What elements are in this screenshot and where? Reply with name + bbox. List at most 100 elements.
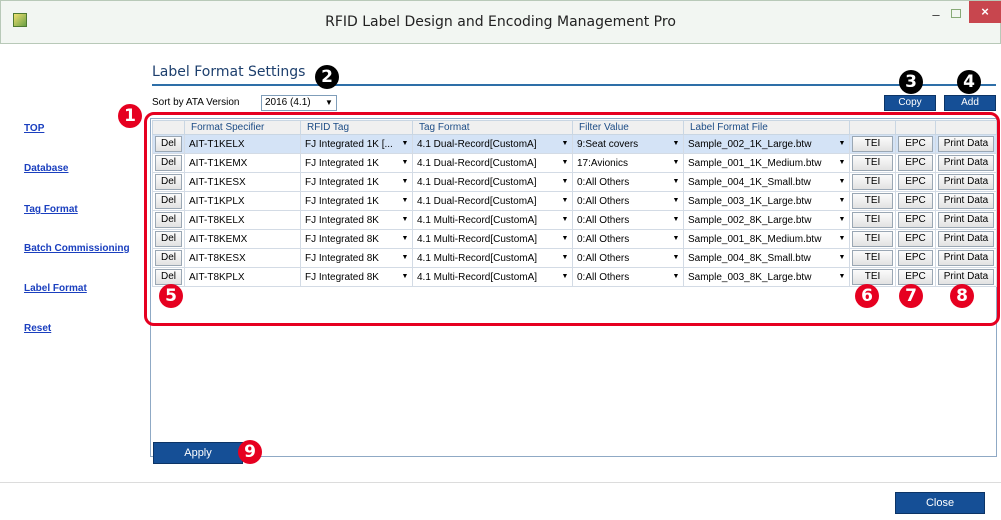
chevron-down-icon[interactable]: ▼ xyxy=(560,176,570,187)
epc-button[interactable]: EPC xyxy=(898,231,933,247)
epc-button[interactable]: EPC xyxy=(898,193,933,209)
chevron-down-icon[interactable]: ▼ xyxy=(837,252,847,263)
delete-row-button[interactable]: Del xyxy=(155,269,182,285)
chevron-down-icon[interactable]: ▼ xyxy=(671,195,681,206)
nav-reset[interactable]: Reset xyxy=(24,323,51,334)
label-file-dropdown[interactable]: Sample_003_8K_Large.btw ▼ xyxy=(683,267,850,287)
chevron-down-icon[interactable]: ▼ xyxy=(400,252,410,263)
epc-button[interactable]: EPC xyxy=(898,155,933,171)
nav-batch-commissioning[interactable]: Batch Commissioning xyxy=(24,243,130,254)
nav-database[interactable]: Database xyxy=(24,163,68,174)
chevron-down-icon[interactable]: ▼ xyxy=(837,138,847,149)
tei-button[interactable]: TEI xyxy=(852,250,893,266)
chevron-down-icon[interactable]: ▼ xyxy=(400,195,410,206)
format-specifier-cell[interactable]: AIT-T8KELX xyxy=(184,210,301,230)
apply-button[interactable]: Apply xyxy=(153,442,243,464)
format-specifier-cell[interactable]: AIT-T1KESX xyxy=(184,172,301,192)
rfid-tag-dropdown[interactable]: FJ Integrated 1K ▼ xyxy=(300,191,413,211)
chevron-down-icon[interactable]: ▼ xyxy=(837,195,847,206)
nav-top[interactable]: TOP xyxy=(24,123,44,134)
chevron-down-icon[interactable]: ▼ xyxy=(560,271,570,282)
chevron-down-icon[interactable]: ▼ xyxy=(671,214,681,225)
tag-format-dropdown[interactable]: 4.1 Dual-Record[CustomA] ▼ xyxy=(412,172,573,192)
rfid-tag-dropdown[interactable]: FJ Integrated 8K ▼ xyxy=(300,248,413,268)
tag-format-dropdown[interactable]: 4.1 Multi-Record[CustomA] ▼ xyxy=(412,248,573,268)
print-data-button[interactable]: Print Data xyxy=(938,193,994,209)
chevron-down-icon[interactable]: ▼ xyxy=(671,252,681,263)
ata-version-select[interactable]: 2016 (4.1) ▼ xyxy=(261,95,337,111)
epc-button[interactable]: EPC xyxy=(898,174,933,190)
table-row[interactable]: Del AIT-T8KESX FJ Integrated 8K ▼ 4.1 Multi-… xyxy=(152,248,997,268)
rfid-tag-dropdown[interactable]: FJ Integrated 1K ▼ xyxy=(300,172,413,192)
print-data-button[interactable]: Print Data xyxy=(938,250,994,266)
tag-format-dropdown[interactable]: 4.1 Dual-Record[CustomA] ▼ xyxy=(412,134,573,154)
chevron-down-icon[interactable]: ▼ xyxy=(400,271,410,282)
delete-row-button[interactable]: Del xyxy=(155,212,182,228)
print-data-button[interactable]: Print Data xyxy=(938,269,994,285)
chevron-down-icon[interactable]: ▼ xyxy=(560,214,570,225)
chevron-down-icon[interactable]: ▼ xyxy=(671,157,681,168)
add-button[interactable]: Add xyxy=(944,95,996,111)
chevron-down-icon[interactable]: ▼ xyxy=(400,214,410,225)
close-window-icon[interactable]: × xyxy=(969,1,1001,23)
tag-format-dropdown[interactable]: 4.1 Multi-Record[CustomA] ▼ xyxy=(412,267,573,287)
chevron-down-icon[interactable]: ▼ xyxy=(560,138,570,149)
filter-value-dropdown[interactable]: 0:All Others ▼ xyxy=(572,172,684,192)
filter-value-dropdown[interactable]: 9:Seat covers ▼ xyxy=(572,134,684,154)
label-file-dropdown[interactable]: Sample_004_8K_Small.btw ▼ xyxy=(683,248,850,268)
label-file-dropdown[interactable]: Sample_002_8K_Large.btw ▼ xyxy=(683,210,850,230)
chevron-down-icon[interactable]: ▼ xyxy=(837,214,847,225)
tei-button[interactable]: TEI xyxy=(852,155,893,171)
label-file-dropdown[interactable]: Sample_001_1K_Medium.btw ▼ xyxy=(683,153,850,173)
print-data-button[interactable]: Print Data xyxy=(938,231,994,247)
rfid-tag-dropdown[interactable]: FJ Integrated 8K ▼ xyxy=(300,267,413,287)
tei-button[interactable]: TEI xyxy=(852,193,893,209)
print-data-button[interactable]: Print Data xyxy=(938,174,994,190)
filter-value-dropdown[interactable]: 0:All Others ▼ xyxy=(572,229,684,249)
chevron-down-icon[interactable]: ▼ xyxy=(560,233,570,244)
tei-button[interactable]: TEI xyxy=(852,269,893,285)
epc-button[interactable]: EPC xyxy=(898,212,933,228)
minimize-icon[interactable]: – xyxy=(927,8,945,23)
chevron-down-icon[interactable]: ▼ xyxy=(837,176,847,187)
label-file-dropdown[interactable]: Sample_004_1K_Small.btw ▼ xyxy=(683,172,850,192)
copy-button[interactable]: Copy xyxy=(884,95,936,111)
chevron-down-icon[interactable]: ▼ xyxy=(560,157,570,168)
chevron-down-icon[interactable]: ▼ xyxy=(671,176,681,187)
chevron-down-icon[interactable]: ▼ xyxy=(560,252,570,263)
chevron-down-icon[interactable]: ▼ xyxy=(400,138,410,149)
tag-format-dropdown[interactable]: 4.1 Dual-Record[CustomA] ▼ xyxy=(412,191,573,211)
filter-value-dropdown[interactable]: 17:Avionics ▼ xyxy=(572,153,684,173)
filter-value-dropdown[interactable]: 0:All Others ▼ xyxy=(572,191,684,211)
format-specifier-cell[interactable]: AIT-T1KEMX xyxy=(184,153,301,173)
tag-format-dropdown[interactable]: 4.1 Dual-Record[CustomA] ▼ xyxy=(412,153,573,173)
format-specifier-cell[interactable]: AIT-T1KPLX xyxy=(184,191,301,211)
filter-value-dropdown[interactable]: 0:All Others ▼ xyxy=(572,210,684,230)
delete-row-button[interactable]: Del xyxy=(155,231,182,247)
table-row[interactable]: Del AIT-T1KPLX FJ Integrated 1K ▼ 4.1 Dual-R… xyxy=(152,191,997,211)
delete-row-button[interactable]: Del xyxy=(155,193,182,209)
tei-button[interactable]: TEI xyxy=(852,212,893,228)
maximize-icon[interactable] xyxy=(951,9,961,18)
print-data-button[interactable]: Print Data xyxy=(938,155,994,171)
table-row[interactable]: Del AIT-T1KESX FJ Integrated 1K ▼ 4.1 Dual-R… xyxy=(152,172,997,192)
tei-button[interactable]: TEI xyxy=(852,174,893,190)
chevron-down-icon[interactable]: ▼ xyxy=(671,138,681,149)
delete-row-button[interactable]: Del xyxy=(155,250,182,266)
format-specifier-cell[interactable]: AIT-T8KEMX xyxy=(184,229,301,249)
filter-value-dropdown[interactable]: 0:All Others ▼ xyxy=(572,267,684,287)
format-specifier-cell[interactable]: AIT-T8KPLX xyxy=(184,267,301,287)
nav-label-format[interactable]: Label Format xyxy=(24,283,87,294)
chevron-down-icon[interactable]: ▼ xyxy=(837,271,847,282)
delete-row-button[interactable]: Del xyxy=(155,136,182,152)
tei-button[interactable]: TEI xyxy=(852,231,893,247)
delete-row-button[interactable]: Del xyxy=(155,174,182,190)
table-row[interactable]: Del AIT-T1KELX FJ Integrated 1K [... ▼ 4.1 D… xyxy=(152,134,997,154)
chevron-down-icon[interactable]: ▼ xyxy=(837,233,847,244)
close-button[interactable]: Close xyxy=(895,492,985,514)
table-row[interactable]: Del AIT-T8KEMX FJ Integrated 8K ▼ 4.1 Multi-… xyxy=(152,229,997,249)
epc-button[interactable]: EPC xyxy=(898,269,933,285)
rfid-tag-dropdown[interactable]: FJ Integrated 1K [... ▼ xyxy=(300,134,413,154)
rfid-tag-dropdown[interactable]: FJ Integrated 1K ▼ xyxy=(300,153,413,173)
chevron-down-icon[interactable]: ▼ xyxy=(400,233,410,244)
